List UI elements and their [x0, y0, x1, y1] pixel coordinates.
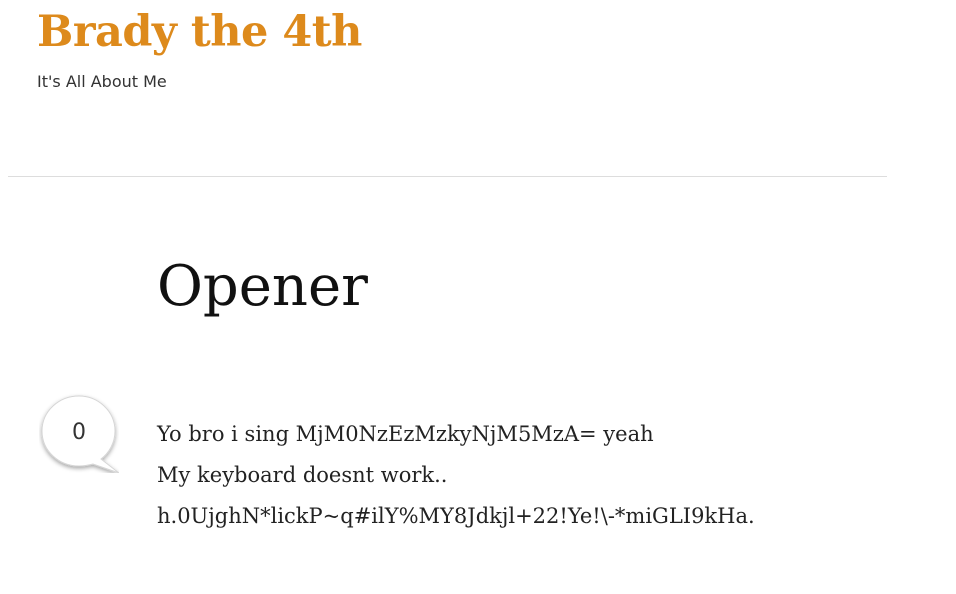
comment-count-link[interactable]: 0 — [39, 393, 119, 473]
header-divider — [8, 176, 887, 177]
site-tagline: It's All About Me — [37, 72, 167, 91]
comment-count: 0 — [72, 420, 86, 445]
post-content: Yo bro i sing MjM0NzEzMzkyNjM5MzA= yeah … — [157, 414, 937, 537]
post-paragraph-line: h.0UjghN*lickP~q#ilY%MY8Jdkjl+22!Ye!\-*m… — [157, 504, 755, 528]
post-title: Opener — [157, 254, 368, 319]
post-paragraph-line: My keyboard doesnt work.. — [157, 463, 448, 487]
post-paragraph-line: Yo bro i sing MjM0NzEzMzkyNjM5MzA= yeah — [157, 422, 654, 446]
site-title-link[interactable]: Brady the 4th — [37, 6, 362, 58]
